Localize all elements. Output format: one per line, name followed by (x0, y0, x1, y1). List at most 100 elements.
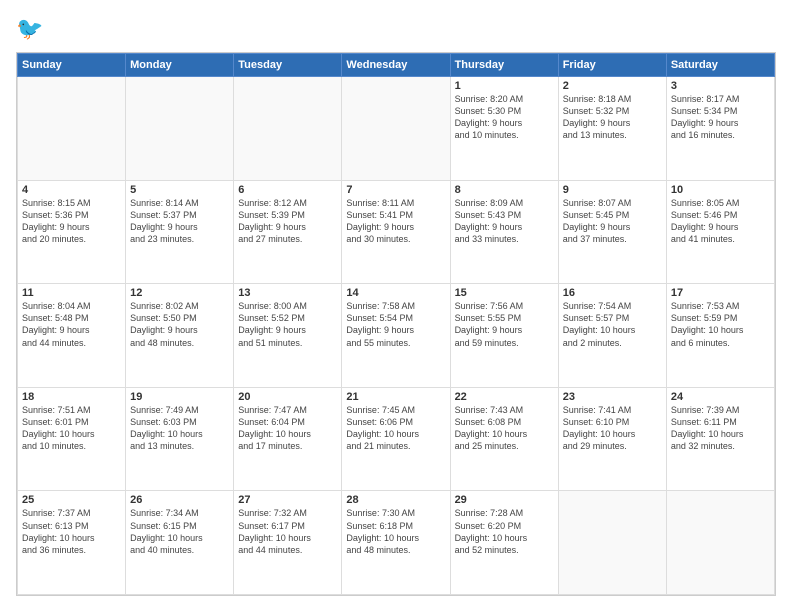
day-cell: 7Sunrise: 8:11 AMSunset: 5:41 PMDaylight… (342, 180, 450, 284)
calendar-table: SundayMondayTuesdayWednesdayThursdayFrid… (17, 53, 775, 595)
day-cell: 12Sunrise: 8:02 AMSunset: 5:50 PMDayligh… (126, 284, 234, 388)
calendar-header: SundayMondayTuesdayWednesdayThursdayFrid… (18, 54, 775, 77)
day-info: Sunrise: 8:20 AMSunset: 5:30 PMDaylight:… (455, 93, 554, 142)
day-cell: 27Sunrise: 7:32 AMSunset: 6:17 PMDayligh… (234, 491, 342, 595)
day-cell (342, 77, 450, 181)
day-info: Sunrise: 7:43 AMSunset: 6:08 PMDaylight:… (455, 404, 554, 453)
day-number: 3 (671, 80, 770, 92)
day-number: 6 (238, 184, 337, 196)
day-cell: 8Sunrise: 8:09 AMSunset: 5:43 PMDaylight… (450, 180, 558, 284)
day-number: 21 (346, 391, 445, 403)
day-cell (666, 491, 774, 595)
day-number: 25 (22, 494, 121, 506)
day-cell (234, 77, 342, 181)
day-cell: 14Sunrise: 7:58 AMSunset: 5:54 PMDayligh… (342, 284, 450, 388)
day-header-thursday: Thursday (450, 54, 558, 77)
day-number: 26 (130, 494, 229, 506)
day-cell: 21Sunrise: 7:45 AMSunset: 6:06 PMDayligh… (342, 387, 450, 491)
day-cell: 22Sunrise: 7:43 AMSunset: 6:08 PMDayligh… (450, 387, 558, 491)
day-header-sunday: Sunday (18, 54, 126, 77)
day-header-monday: Monday (126, 54, 234, 77)
day-number: 9 (563, 184, 662, 196)
day-cell: 3Sunrise: 8:17 AMSunset: 5:34 PMDaylight… (666, 77, 774, 181)
day-info: Sunrise: 8:07 AMSunset: 5:45 PMDaylight:… (563, 197, 662, 246)
day-info: Sunrise: 7:28 AMSunset: 6:20 PMDaylight:… (455, 507, 554, 556)
day-number: 23 (563, 391, 662, 403)
day-info: Sunrise: 7:45 AMSunset: 6:06 PMDaylight:… (346, 404, 445, 453)
day-cell (126, 77, 234, 181)
logo: 🐦 (16, 16, 47, 42)
day-number: 27 (238, 494, 337, 506)
day-number: 1 (455, 80, 554, 92)
day-cell: 2Sunrise: 8:18 AMSunset: 5:32 PMDaylight… (558, 77, 666, 181)
day-info: Sunrise: 8:00 AMSunset: 5:52 PMDaylight:… (238, 300, 337, 349)
calendar-week-4: 18Sunrise: 7:51 AMSunset: 6:01 PMDayligh… (18, 387, 775, 491)
day-number: 10 (671, 184, 770, 196)
logo-bird-icon: 🐦 (16, 16, 43, 42)
day-info: Sunrise: 8:11 AMSunset: 5:41 PMDaylight:… (346, 197, 445, 246)
day-number: 5 (130, 184, 229, 196)
day-cell: 4Sunrise: 8:15 AMSunset: 5:36 PMDaylight… (18, 180, 126, 284)
day-number: 13 (238, 287, 337, 299)
day-number: 28 (346, 494, 445, 506)
day-cell: 28Sunrise: 7:30 AMSunset: 6:18 PMDayligh… (342, 491, 450, 595)
day-cell: 19Sunrise: 7:49 AMSunset: 6:03 PMDayligh… (126, 387, 234, 491)
day-number: 14 (346, 287, 445, 299)
day-header-tuesday: Tuesday (234, 54, 342, 77)
day-info: Sunrise: 8:18 AMSunset: 5:32 PMDaylight:… (563, 93, 662, 142)
day-cell: 26Sunrise: 7:34 AMSunset: 6:15 PMDayligh… (126, 491, 234, 595)
day-info: Sunrise: 7:54 AMSunset: 5:57 PMDaylight:… (563, 300, 662, 349)
day-info: Sunrise: 8:15 AMSunset: 5:36 PMDaylight:… (22, 197, 121, 246)
day-cell: 29Sunrise: 7:28 AMSunset: 6:20 PMDayligh… (450, 491, 558, 595)
calendar-week-5: 25Sunrise: 7:37 AMSunset: 6:13 PMDayligh… (18, 491, 775, 595)
day-cell: 9Sunrise: 8:07 AMSunset: 5:45 PMDaylight… (558, 180, 666, 284)
day-info: Sunrise: 8:12 AMSunset: 5:39 PMDaylight:… (238, 197, 337, 246)
day-info: Sunrise: 8:02 AMSunset: 5:50 PMDaylight:… (130, 300, 229, 349)
day-info: Sunrise: 8:04 AMSunset: 5:48 PMDaylight:… (22, 300, 121, 349)
calendar-week-2: 4Sunrise: 8:15 AMSunset: 5:36 PMDaylight… (18, 180, 775, 284)
day-cell: 15Sunrise: 7:56 AMSunset: 5:55 PMDayligh… (450, 284, 558, 388)
day-cell: 18Sunrise: 7:51 AMSunset: 6:01 PMDayligh… (18, 387, 126, 491)
day-number: 12 (130, 287, 229, 299)
day-cell (558, 491, 666, 595)
day-number: 17 (671, 287, 770, 299)
calendar: SundayMondayTuesdayWednesdayThursdayFrid… (16, 52, 776, 596)
logo-area: 🐦 (16, 16, 47, 42)
day-cell: 20Sunrise: 7:47 AMSunset: 6:04 PMDayligh… (234, 387, 342, 491)
day-cell: 5Sunrise: 8:14 AMSunset: 5:37 PMDaylight… (126, 180, 234, 284)
calendar-week-1: 1Sunrise: 8:20 AMSunset: 5:30 PMDaylight… (18, 77, 775, 181)
day-info: Sunrise: 7:41 AMSunset: 6:10 PMDaylight:… (563, 404, 662, 453)
day-info: Sunrise: 7:39 AMSunset: 6:11 PMDaylight:… (671, 404, 770, 453)
day-header-saturday: Saturday (666, 54, 774, 77)
day-number: 8 (455, 184, 554, 196)
day-info: Sunrise: 8:14 AMSunset: 5:37 PMDaylight:… (130, 197, 229, 246)
day-cell: 10Sunrise: 8:05 AMSunset: 5:46 PMDayligh… (666, 180, 774, 284)
day-number: 15 (455, 287, 554, 299)
day-number: 2 (563, 80, 662, 92)
calendar-body: 1Sunrise: 8:20 AMSunset: 5:30 PMDaylight… (18, 77, 775, 595)
day-info: Sunrise: 7:58 AMSunset: 5:54 PMDaylight:… (346, 300, 445, 349)
day-number: 29 (455, 494, 554, 506)
page: 🐦 SundayMondayTuesdayWednesdayThursdayFr… (0, 0, 792, 612)
day-number: 24 (671, 391, 770, 403)
calendar-week-3: 11Sunrise: 8:04 AMSunset: 5:48 PMDayligh… (18, 284, 775, 388)
day-cell: 1Sunrise: 8:20 AMSunset: 5:30 PMDaylight… (450, 77, 558, 181)
day-cell (18, 77, 126, 181)
day-header-wednesday: Wednesday (342, 54, 450, 77)
day-cell: 25Sunrise: 7:37 AMSunset: 6:13 PMDayligh… (18, 491, 126, 595)
day-cell: 6Sunrise: 8:12 AMSunset: 5:39 PMDaylight… (234, 180, 342, 284)
day-info: Sunrise: 7:30 AMSunset: 6:18 PMDaylight:… (346, 507, 445, 556)
day-cell: 13Sunrise: 8:00 AMSunset: 5:52 PMDayligh… (234, 284, 342, 388)
day-header-friday: Friday (558, 54, 666, 77)
day-number: 19 (130, 391, 229, 403)
header: 🐦 (16, 16, 776, 42)
day-info: Sunrise: 8:09 AMSunset: 5:43 PMDaylight:… (455, 197, 554, 246)
day-info: Sunrise: 7:56 AMSunset: 5:55 PMDaylight:… (455, 300, 554, 349)
day-number: 7 (346, 184, 445, 196)
header-row: SundayMondayTuesdayWednesdayThursdayFrid… (18, 54, 775, 77)
day-number: 18 (22, 391, 121, 403)
day-number: 20 (238, 391, 337, 403)
day-number: 4 (22, 184, 121, 196)
day-cell: 24Sunrise: 7:39 AMSunset: 6:11 PMDayligh… (666, 387, 774, 491)
day-info: Sunrise: 7:53 AMSunset: 5:59 PMDaylight:… (671, 300, 770, 349)
